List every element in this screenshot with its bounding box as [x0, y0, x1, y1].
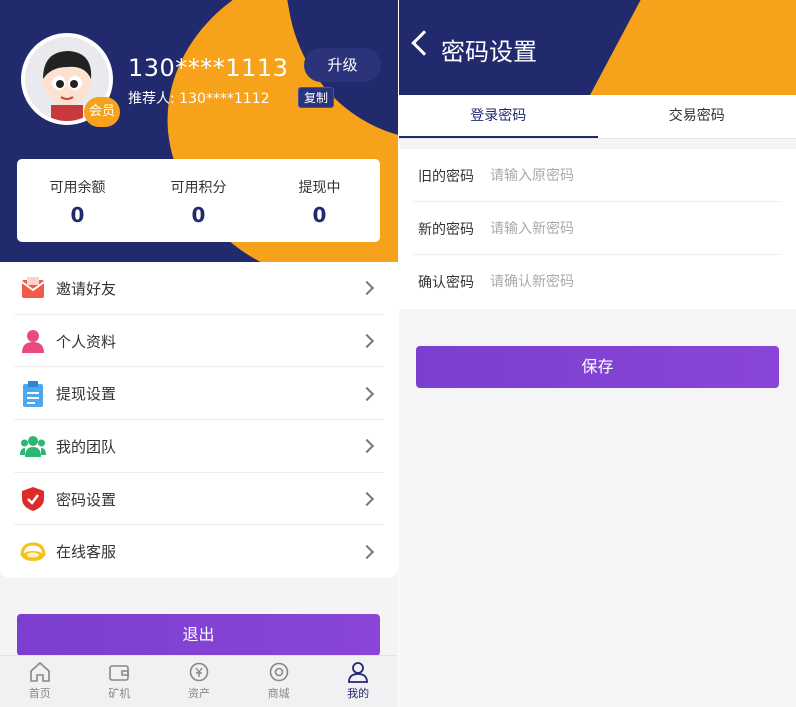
chevron-right-icon: [359, 386, 375, 401]
asset-icon: [189, 662, 209, 682]
stat-points: 可用积分 0: [138, 159, 259, 242]
back-arrow-icon[interactable]: [411, 30, 437, 56]
menu-item-password[interactable]: 密码设置: [0, 473, 398, 526]
menu-item-label: 密码设置: [56, 490, 117, 509]
new-password-input[interactable]: [490, 220, 750, 237]
menu-item-withdraw-settings[interactable]: 提现设置: [0, 367, 398, 420]
stat-withdrawing: 提现中 0: [259, 159, 380, 242]
chevron-right-icon: [359, 439, 375, 454]
tab-label: 资产: [187, 687, 210, 700]
tab-mall[interactable]: 商城: [239, 656, 319, 707]
menu-item-label: 邀请好友: [56, 279, 117, 298]
form-row-new-password: 新的密码: [399, 202, 796, 255]
menu-item-label: 个人资料: [56, 332, 117, 351]
chevron-right-icon: [359, 492, 375, 507]
password-form: 旧的密码 新的密码 确认密码: [399, 149, 796, 309]
menu-item-profile[interactable]: 个人资料: [0, 315, 398, 368]
tab-label: 矿机: [108, 687, 131, 700]
headset-icon: [20, 539, 46, 565]
form-row-confirm-password: 确认密码: [399, 255, 796, 308]
wallet-icon: [109, 665, 130, 681]
password-settings-screen: 密码设置 登录密码 交易密码 旧的密码 新的密码 确认密码 保存: [399, 0, 796, 707]
tab-label: 我的: [347, 687, 370, 700]
tab-mine[interactable]: 我的: [318, 656, 398, 707]
tab-miner[interactable]: 矿机: [80, 656, 160, 707]
page-title: 密码设置: [441, 38, 537, 66]
stat-value: 0: [312, 203, 327, 227]
old-password-input[interactable]: [490, 167, 750, 184]
header-decoration: [576, 0, 796, 95]
password-header: 密码设置: [399, 0, 796, 95]
menu-item-label: 在线客服: [56, 543, 117, 562]
stats-card: 可用余额 0 可用积分 0 提现中 0: [17, 159, 380, 242]
mall-icon: [269, 662, 288, 682]
menu-item-invite[interactable]: 邀请好友: [0, 262, 398, 315]
menu-item-label: 提现设置: [56, 385, 117, 404]
password-tabs: 登录密码 交易密码: [399, 95, 796, 139]
user-icon: [348, 662, 369, 683]
home-icon: [29, 661, 50, 682]
settings-menu: 邀请好友 个人资料 提现设置 我的团队 密码设置 在线客服: [0, 262, 398, 578]
confirm-password-input[interactable]: [490, 273, 750, 290]
bottom-tab-bar: 首页 矿机 资产 商城 我的: [0, 655, 398, 707]
envelope-icon: [20, 275, 46, 301]
tab-trade-password[interactable]: 交易密码: [598, 95, 796, 138]
profile-header: 会员 130****1113 升级 推荐人: 130****1112 复制 可用…: [0, 0, 398, 262]
tab-assets[interactable]: 资产: [159, 656, 239, 707]
chevron-right-icon: [359, 281, 375, 296]
team-icon: [20, 433, 46, 459]
clipboard-icon: [20, 380, 46, 407]
user-phone: 130****1113: [128, 54, 289, 82]
save-button[interactable]: 保存: [416, 346, 779, 388]
referrer-text: 推荐人: 130****1112: [128, 91, 270, 107]
tab-label: 商城: [267, 687, 290, 700]
stat-label: 可用余额: [49, 180, 106, 196]
field-label: 旧的密码: [418, 168, 474, 185]
person-icon: [20, 328, 46, 354]
tab-login-password[interactable]: 登录密码: [399, 95, 598, 138]
field-label: 确认密码: [418, 274, 474, 291]
stat-label: 可用积分: [170, 180, 227, 196]
menu-item-label: 我的团队: [56, 437, 117, 456]
upgrade-button[interactable]: 升级: [304, 48, 381, 82]
tab-label: 首页: [28, 687, 51, 700]
logout-button[interactable]: 退出: [17, 614, 380, 656]
form-row-old-password: 旧的密码: [399, 149, 796, 202]
stat-label: 提现中: [298, 180, 341, 196]
profile-screen: 会员 130****1113 升级 推荐人: 130****1112 复制 可用…: [0, 0, 398, 707]
tab-home[interactable]: 首页: [0, 656, 80, 707]
stat-balance: 可用余额 0: [17, 159, 138, 242]
stat-value: 0: [70, 203, 85, 227]
copy-button[interactable]: 复制: [298, 87, 335, 108]
field-label: 新的密码: [418, 221, 474, 238]
chevron-right-icon: [359, 544, 375, 559]
chevron-right-icon: [359, 333, 375, 349]
member-badge: 会员: [84, 97, 120, 127]
menu-item-customer-service[interactable]: 在线客服: [0, 525, 398, 578]
shield-icon: [20, 486, 46, 512]
menu-item-team[interactable]: 我的团队: [0, 420, 398, 473]
stat-value: 0: [191, 203, 206, 227]
